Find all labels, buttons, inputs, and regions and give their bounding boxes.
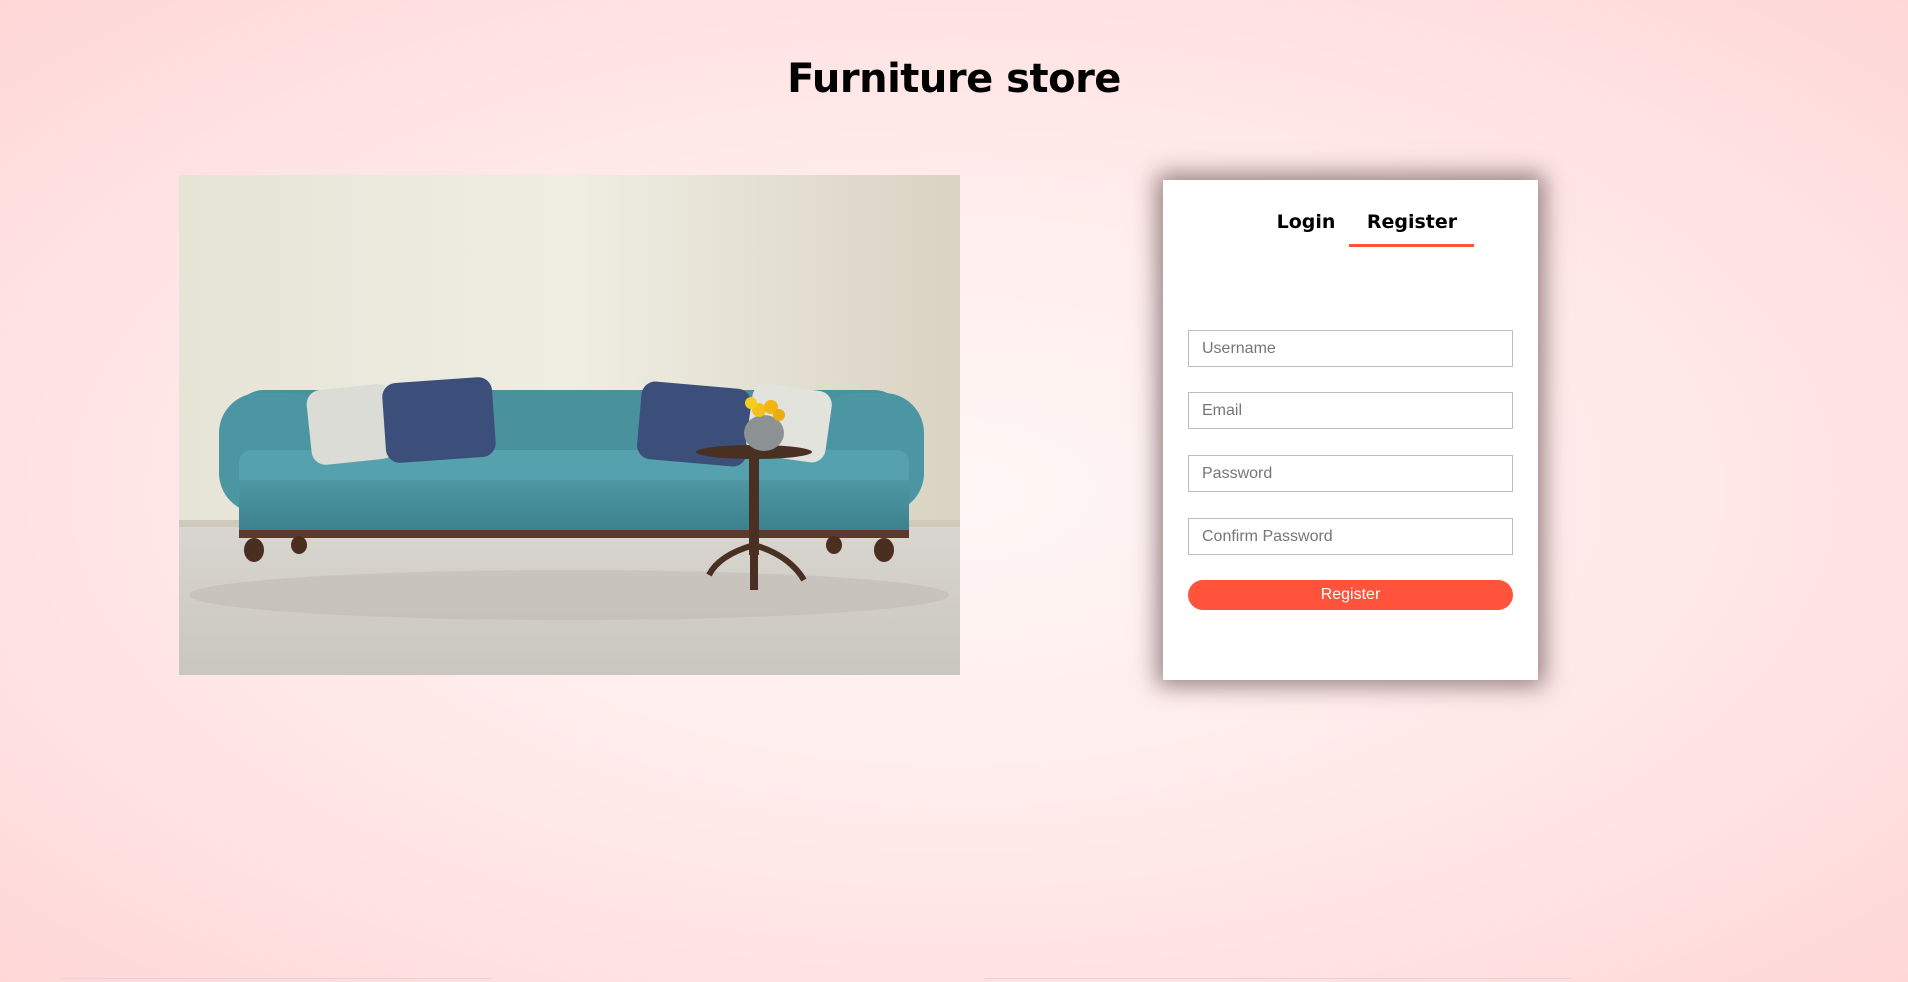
auth-card: Login Register Register [1163,180,1538,680]
tab-register[interactable]: Register [1349,202,1475,242]
username-input[interactable] [1188,330,1513,367]
page-title: Furniture store [787,56,1121,102]
footer-divider [60,978,492,979]
sofa-photo [179,175,960,675]
footer-divider [1045,978,1573,979]
register-button[interactable]: Register [1188,580,1513,610]
auth-tabs: Login Register [1163,202,1538,242]
footer-divider [985,978,1045,979]
password-input[interactable] [1188,455,1513,492]
email-input[interactable] [1188,392,1513,429]
confirm-password-input[interactable] [1188,518,1513,555]
active-tab-indicator [1349,244,1474,247]
